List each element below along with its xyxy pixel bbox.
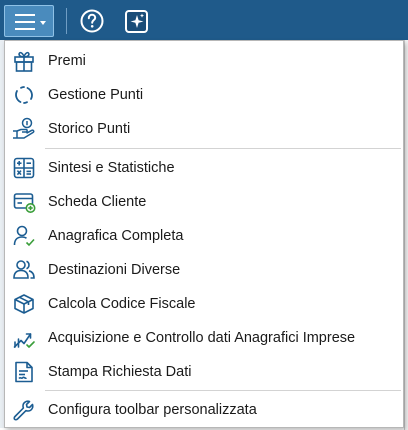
toolbar: [0, 0, 408, 40]
menu-item-label: Sintesi e Statistiche: [48, 160, 175, 176]
menu-toggle-button[interactable]: [4, 5, 54, 37]
menu-item-label: Anagrafica Completa: [48, 228, 184, 244]
background-window-edge: [404, 40, 408, 430]
menu-item-gestione-punti[interactable]: Gestione Punti: [5, 78, 403, 112]
sparkle-icon: [125, 10, 148, 33]
menu-separator: [45, 390, 401, 391]
user-check-icon: [13, 225, 35, 247]
package-icon: [14, 294, 34, 314]
users-icon: [13, 260, 35, 279]
menu-item-stampa-richiesta-dati[interactable]: Stampa Richiesta Dati: [5, 355, 403, 389]
menu-item-label: Stampa Richiesta Dati: [48, 364, 192, 380]
menu-item-label: Destinazioni Diverse: [48, 262, 181, 278]
menu-item-premi[interactable]: Premi: [5, 44, 403, 78]
assistant-button[interactable]: [124, 10, 150, 39]
hand-coin-icon: [13, 117, 35, 139]
menu-item-configura-toolbar[interactable]: Configura toolbar personalizzata: [5, 393, 403, 427]
document-edit-icon: [15, 361, 33, 383]
hamburger-dropdown-icon: [15, 14, 46, 30]
menu-item-label: Gestione Punti: [48, 87, 144, 103]
help-button[interactable]: [80, 9, 104, 38]
menu-separator: [45, 148, 401, 149]
refresh-circle-icon: [15, 86, 33, 104]
menu-item-acquisizione-controllo-dati[interactable]: Acquisizione e Controllo dati Anagrafici…: [5, 321, 403, 355]
menu-item-destinazioni-diverse[interactable]: Destinazioni Diverse: [5, 253, 403, 287]
toolbar-separator: [66, 8, 67, 34]
card-add-icon: [13, 193, 36, 213]
calculator-icon: [13, 157, 35, 179]
help-circle-icon: [80, 9, 104, 33]
menu-item-sintesi-statistiche[interactable]: Sintesi e Statistiche: [5, 151, 403, 185]
gift-icon: [14, 51, 34, 72]
menu-item-label: Calcola Codice Fiscale: [48, 296, 196, 312]
menu-item-storico-punti[interactable]: Storico Punti: [5, 112, 403, 146]
menu-item-label: Storico Punti: [48, 121, 131, 137]
menu-item-label: Scheda Cliente: [48, 194, 147, 210]
menu-item-scheda-cliente[interactable]: Scheda Cliente: [5, 185, 403, 219]
menu-item-anagrafica-completa[interactable]: Anagrafica Completa: [5, 219, 403, 253]
chart-check-icon: [13, 333, 35, 348]
toolbar-dropdown-menu: Premi Gestione Punti Storico Punti Sinte…: [4, 40, 404, 428]
menu-item-label: Premi: [48, 53, 86, 69]
menu-item-label: Acquisizione e Controllo dati Anagrafici…: [48, 330, 356, 346]
menu-item-label: Configura toolbar personalizzata: [48, 402, 257, 418]
menu-item-calcola-codice-fiscale[interactable]: Calcola Codice Fiscale: [5, 287, 403, 321]
wrench-icon: [13, 400, 34, 421]
